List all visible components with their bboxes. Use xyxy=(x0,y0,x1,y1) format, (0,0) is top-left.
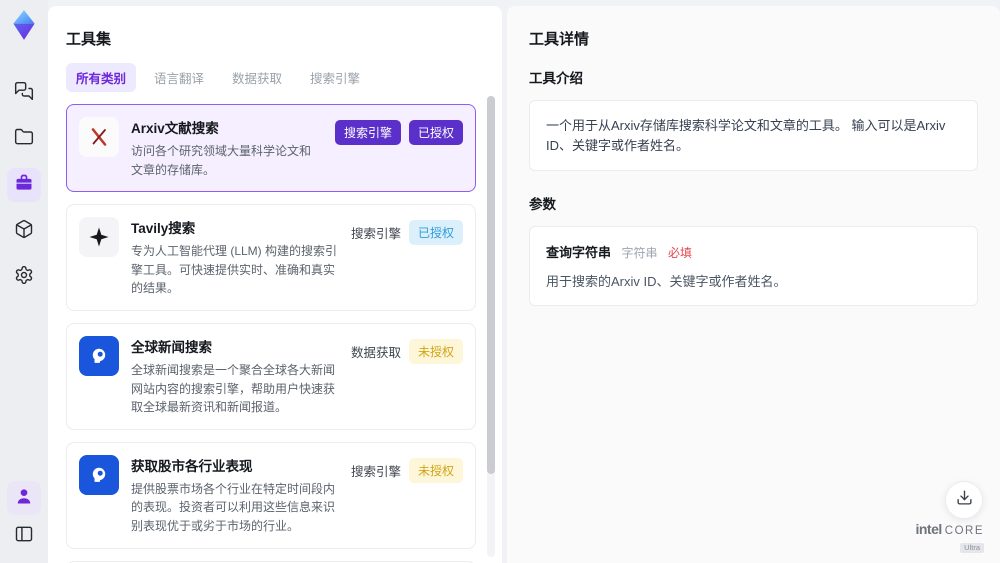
tab-data-fetch[interactable]: 数据获取 xyxy=(222,63,292,92)
auth-status-badge: 未授权 xyxy=(408,457,463,483)
tab-all-categories[interactable]: 所有类别 xyxy=(66,63,137,92)
tool-name: 获取股市各行业表现 xyxy=(131,458,253,474)
category-label: 搜索引擎 xyxy=(350,464,401,479)
tool-name: 全球新闻搜索 xyxy=(131,339,212,355)
sidebar-item-collapse[interactable] xyxy=(7,519,41,553)
folder-icon xyxy=(14,127,34,152)
auth-status-badge: 已授权 xyxy=(408,120,463,145)
tool-info: 获取股市各行业表现 提供股票市场各个行业在特定时间段内的表现。投资者可以利用这些… xyxy=(131,455,339,536)
gear-icon xyxy=(14,265,34,290)
tool-list: Arxiv文献搜索 访问各个研究领域大量科学论文和文章的存储库。 搜索引擎 已授… xyxy=(66,104,478,563)
news-globe-icon xyxy=(79,454,119,495)
sidebar-item-packages[interactable] xyxy=(7,214,41,248)
tool-description: 访问各个研究领域大量科学论文和文章的存储库。 xyxy=(131,144,312,177)
tool-description: 提供股票市场各个行业在特定时间段内的表现。投资者可以利用这些信息来识别表现优于或… xyxy=(131,481,336,533)
ultra-badge: Ultra xyxy=(960,543,984,553)
tool-card-arxiv[interactable]: Arxiv文献搜索 访问各个研究领域大量科学论文和文章的存储库。 搜索引擎 已授… xyxy=(66,104,476,193)
left-sidebar xyxy=(0,0,48,563)
package-icon xyxy=(14,219,34,244)
tool-details-panel: 工具详情 工具介绍 一个用于从Arxiv存储库搜索科学论文和文章的工具。 输入可… xyxy=(507,6,1000,563)
tab-search-engine[interactable]: 搜索引擎 xyxy=(300,63,370,92)
tool-meta: 数据获取 未授权 xyxy=(351,336,463,364)
app-logo-icon xyxy=(7,8,41,42)
param-name: 查询字符串 xyxy=(546,245,612,260)
intro-box: 一个用于从Arxiv存储库搜索科学论文和文章的工具。 输入可以是Arxiv ID… xyxy=(529,100,978,171)
user-icon xyxy=(14,486,34,511)
tool-card-sector-performance[interactable]: 获取股市各行业表现 提供股票市场各个行业在特定时间段内的表现。投资者可以利用这些… xyxy=(66,441,476,549)
download-button[interactable] xyxy=(945,481,983,519)
details-title: 工具详情 xyxy=(529,31,590,48)
tool-name: Tavily搜索 xyxy=(131,221,196,237)
tool-info: 全球新闻搜索 全球新闻搜索是一个聚合全球各大新闻网站内容的搜索引擎，帮助用户快速… xyxy=(131,336,339,417)
param-box: 查询字符串 字符串 必填 用于搜索的Arxiv ID、关键字或作者姓名。 xyxy=(529,226,978,306)
tab-language-translation[interactable]: 语言翻译 xyxy=(144,63,214,92)
list-scrollbar-thumb[interactable] xyxy=(487,96,495,475)
tool-meta: 搜索引擎 未授权 xyxy=(351,455,463,483)
tool-card-tavily[interactable]: Tavily搜索 专为人工智能代理 (LLM) 构建的搜索引擎工具。可快速提供实… xyxy=(66,204,476,311)
intel-core-logo: intel CORE Ultra xyxy=(915,522,984,554)
params-heading: 参数 xyxy=(529,197,556,212)
param-type: 字符串 xyxy=(621,246,658,260)
sidebar-item-account[interactable] xyxy=(7,481,41,515)
panel-left-icon xyxy=(14,524,34,549)
auth-status-badge: 未授权 xyxy=(408,338,463,364)
param-description: 用于搜索的Arxiv ID、关键字或作者姓名。 xyxy=(546,274,787,289)
sidebar-item-files[interactable] xyxy=(7,122,41,156)
main-area: 工具集 所有类别 语言翻译 数据获取 搜索引擎 Arxiv文献搜索 访问各个研究… xyxy=(48,6,1000,563)
tool-info: Tavily搜索 专为人工智能代理 (LLM) 构建的搜索引擎工具。可快速提供实… xyxy=(131,217,339,298)
sidebar-item-settings[interactable] xyxy=(7,260,41,294)
tool-meta: 搜索引擎 已授权 xyxy=(334,117,463,145)
tool-info: Arxiv文献搜索 访问各个研究领域大量科学论文和文章的存储库。 xyxy=(131,117,323,179)
download-icon xyxy=(956,489,973,511)
sparkle-icon xyxy=(79,217,119,258)
news-globe-icon xyxy=(79,335,119,376)
core-wordmark: CORE xyxy=(944,525,984,537)
tool-meta: 搜索引擎 已授权 xyxy=(350,217,463,246)
sidebar-item-chat[interactable] xyxy=(7,76,41,110)
arxiv-logo-icon xyxy=(79,117,119,157)
toolbox-icon xyxy=(14,173,34,198)
auth-status-badge: 已授权 xyxy=(408,220,463,246)
tool-description: 全球新闻搜索是一个聚合全球各大新闻网站内容的搜索引擎，帮助用户快速获取全球最新资… xyxy=(131,362,336,415)
intro-text: 一个用于从Arxiv存储库搜索科学论文和文章的工具。 输入可以是Arxiv ID… xyxy=(546,118,946,153)
intel-wordmark: intel xyxy=(915,521,942,537)
param-required-flag: 必填 xyxy=(667,246,692,260)
sidebar-item-toolset[interactable] xyxy=(7,168,41,202)
tool-card-global-news[interactable]: 全球新闻搜索 全球新闻搜索是一个聚合全球各大新闻网站内容的搜索引擎，帮助用户快速… xyxy=(66,322,476,430)
category-badge: 搜索引擎 xyxy=(334,120,401,145)
category-tabs: 所有类别 语言翻译 数据获取 搜索引擎 xyxy=(66,63,478,92)
page-title: 工具集 xyxy=(66,31,112,48)
category-label: 数据获取 xyxy=(350,345,401,360)
tool-name: Arxiv文献搜索 xyxy=(131,121,219,136)
list-scrollbar-track[interactable] xyxy=(487,96,495,557)
tool-description: 专为人工智能代理 (LLM) 构建的搜索引擎工具。可快速提供实时、准确和真实的结… xyxy=(131,244,338,296)
param-header: 查询字符串 字符串 必填 xyxy=(546,242,961,262)
toolset-panel: 工具集 所有类别 语言翻译 数据获取 搜索引擎 Arxiv文献搜索 访问各个研究… xyxy=(48,6,502,563)
chat-icon xyxy=(14,81,34,106)
intro-heading: 工具介绍 xyxy=(529,71,583,86)
category-label: 搜索引擎 xyxy=(350,227,401,242)
